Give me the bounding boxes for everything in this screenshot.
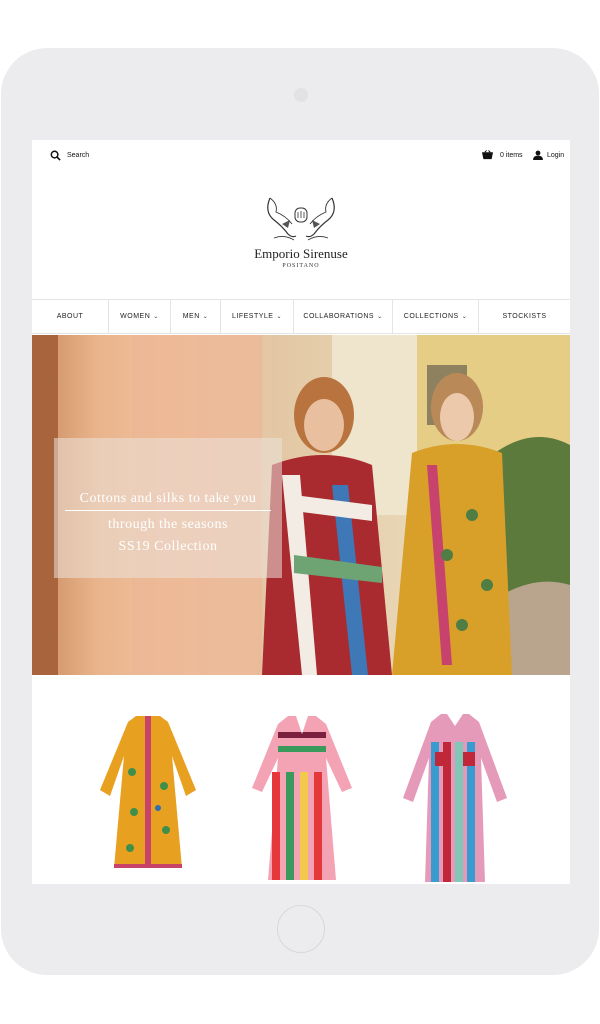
chevron-down-icon: ⌄ bbox=[377, 314, 383, 320]
hero-banner[interactable]: Cottons and silks to take you through th… bbox=[32, 335, 570, 675]
hero-line-2: through the seasons bbox=[108, 517, 228, 532]
camera-icon bbox=[294, 88, 308, 102]
hero-divider bbox=[65, 510, 271, 511]
nav-label: ABOUT bbox=[56, 313, 84, 320]
brand-location: POSITANO bbox=[282, 263, 320, 269]
search-icon bbox=[50, 150, 61, 161]
hero-line-3: SS19 Collection bbox=[118, 539, 218, 554]
home-button[interactable] bbox=[277, 905, 325, 953]
hero-caption: Cottons and silks to take you through th… bbox=[54, 438, 282, 578]
nav-item-women[interactable]: WOMEN ⌄ bbox=[109, 300, 171, 333]
brand-logo[interactable]: Emporio Sirenuse POSITANO bbox=[32, 194, 570, 269]
nav-label: LIFESTYLE bbox=[232, 313, 274, 320]
product-image bbox=[403, 714, 507, 882]
nav-label: COLLECTIONS bbox=[403, 313, 459, 320]
product-image bbox=[252, 716, 352, 880]
brand-name: Emporio Sirenuse bbox=[254, 246, 348, 261]
nav-item-lifestyle[interactable]: LIFESTYLE ⌄ bbox=[221, 300, 294, 333]
search-button[interactable]: Search bbox=[50, 150, 89, 161]
product-pastel-shirt-dress[interactable] bbox=[395, 712, 515, 884]
product-striped-maxi[interactable] bbox=[242, 712, 362, 884]
chevron-down-icon: ⌄ bbox=[461, 314, 468, 320]
nav-label: COLLABORATIONS bbox=[303, 313, 375, 320]
main-nav: ABOUT WOMEN ⌄ MEN ⌄ LIFESTYLE ⌄ COLLABOR… bbox=[32, 299, 570, 334]
browser-screen: Search 0 items Login Emporio Sirenuse PO… bbox=[32, 140, 570, 884]
nav-item-collaborations[interactable]: COLLABORATIONS ⌄ bbox=[294, 300, 393, 333]
cart-button[interactable]: 0 items bbox=[482, 150, 523, 160]
sirens-crest-icon bbox=[267, 197, 335, 241]
user-icon bbox=[533, 150, 543, 160]
cart-count: 0 items bbox=[500, 151, 523, 159]
nav-item-men[interactable]: MEN ⌄ bbox=[171, 300, 221, 333]
login-label: Login bbox=[547, 151, 565, 159]
nav-label: WOMEN bbox=[120, 313, 151, 320]
basket-icon bbox=[482, 150, 493, 160]
product-image bbox=[100, 716, 196, 868]
nav-label: STOCKISTS bbox=[502, 313, 547, 320]
hero-line-1: Cottons and silks to take you bbox=[79, 491, 257, 506]
login-button[interactable]: Login bbox=[533, 150, 564, 160]
nav-item-about[interactable]: ABOUT bbox=[32, 300, 109, 333]
nav-item-stockists[interactable]: STOCKISTS bbox=[479, 300, 570, 333]
search-label: Search bbox=[67, 152, 90, 159]
chevron-down-icon: ⌄ bbox=[276, 314, 282, 320]
nav-item-collections[interactable]: COLLECTIONS ⌄ bbox=[393, 300, 479, 333]
product-yellow-kaftan[interactable] bbox=[88, 712, 208, 884]
chevron-down-icon: ⌄ bbox=[202, 314, 209, 320]
top-bar: Search 0 items Login bbox=[32, 140, 570, 174]
nav-label: MEN bbox=[182, 313, 200, 320]
product-grid bbox=[32, 708, 570, 884]
chevron-down-icon: ⌄ bbox=[153, 314, 159, 320]
